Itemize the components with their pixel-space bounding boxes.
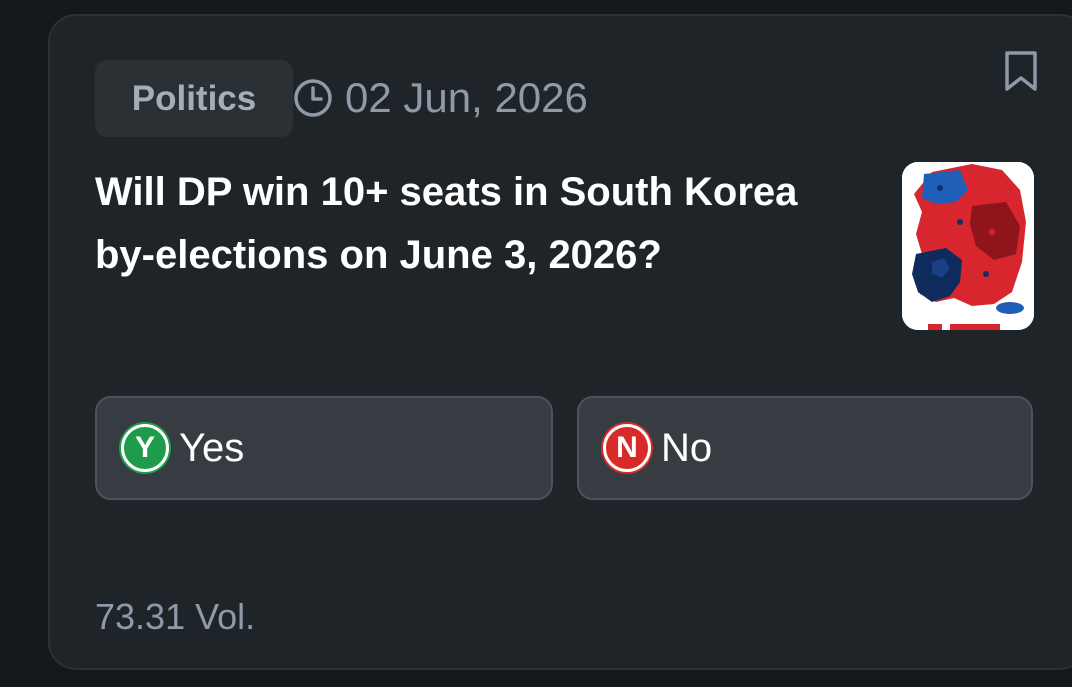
market-question[interactable]: Will DP win 10+ seats in South Korea by-…: [95, 161, 865, 287]
market-card[interactable]: Politics 02 Jun, 2026 Will DP win 10+ se…: [48, 14, 1072, 670]
market-thumbnail: [902, 162, 1034, 330]
date-text: 02 Jun, 2026: [345, 74, 588, 121]
market-date: 02 Jun, 2026: [293, 72, 588, 124]
no-option-button[interactable]: N No: [577, 396, 1033, 500]
no-label: No: [661, 425, 713, 470]
south-korea-election-map-icon: [902, 162, 1034, 330]
yes-option-button[interactable]: Y Yes: [95, 396, 553, 500]
no-badge-icon: N: [603, 424, 651, 472]
market-volume: 73.31 Vol.: [95, 596, 256, 637]
bookmark-icon[interactable]: [1003, 50, 1039, 92]
yes-badge-icon: Y: [121, 424, 169, 472]
yes-label: Yes: [179, 425, 245, 470]
category-tag[interactable]: Politics: [95, 60, 293, 137]
clock-icon: [294, 79, 332, 117]
